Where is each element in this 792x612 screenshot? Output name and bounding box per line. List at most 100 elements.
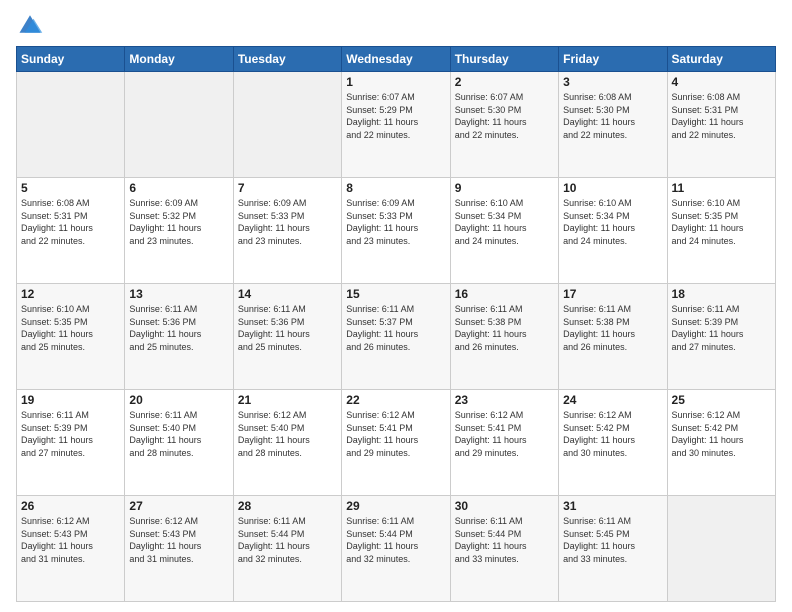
day-info: Sunrise: 6:07 AM Sunset: 5:30 PM Dayligh… bbox=[455, 91, 554, 141]
day-cell: 9 Sunrise: 6:10 AM Sunset: 5:34 PM Dayli… bbox=[450, 178, 558, 284]
day-info: Sunrise: 6:10 AM Sunset: 5:34 PM Dayligh… bbox=[563, 197, 662, 247]
day-cell: 28 Sunrise: 6:11 AM Sunset: 5:44 PM Dayl… bbox=[233, 496, 341, 602]
day-info: Sunrise: 6:09 AM Sunset: 5:33 PM Dayligh… bbox=[238, 197, 337, 247]
day-info: Sunrise: 6:12 AM Sunset: 5:43 PM Dayligh… bbox=[21, 515, 120, 565]
day-number: 20 bbox=[129, 393, 228, 407]
day-number: 10 bbox=[563, 181, 662, 195]
logo bbox=[16, 10, 48, 38]
day-info: Sunrise: 6:11 AM Sunset: 5:37 PM Dayligh… bbox=[346, 303, 445, 353]
day-cell bbox=[125, 72, 233, 178]
day-cell: 23 Sunrise: 6:12 AM Sunset: 5:41 PM Dayl… bbox=[450, 390, 558, 496]
day-info: Sunrise: 6:08 AM Sunset: 5:30 PM Dayligh… bbox=[563, 91, 662, 141]
logo-icon bbox=[16, 10, 44, 38]
day-cell: 16 Sunrise: 6:11 AM Sunset: 5:38 PM Dayl… bbox=[450, 284, 558, 390]
day-info: Sunrise: 6:12 AM Sunset: 5:42 PM Dayligh… bbox=[563, 409, 662, 459]
day-info: Sunrise: 6:11 AM Sunset: 5:45 PM Dayligh… bbox=[563, 515, 662, 565]
day-info: Sunrise: 6:12 AM Sunset: 5:41 PM Dayligh… bbox=[455, 409, 554, 459]
day-cell: 8 Sunrise: 6:09 AM Sunset: 5:33 PM Dayli… bbox=[342, 178, 450, 284]
day-cell: 7 Sunrise: 6:09 AM Sunset: 5:33 PM Dayli… bbox=[233, 178, 341, 284]
header-row: SundayMondayTuesdayWednesdayThursdayFrid… bbox=[17, 47, 776, 72]
day-number: 26 bbox=[21, 499, 120, 513]
day-info: Sunrise: 6:07 AM Sunset: 5:29 PM Dayligh… bbox=[346, 91, 445, 141]
day-cell: 27 Sunrise: 6:12 AM Sunset: 5:43 PM Dayl… bbox=[125, 496, 233, 602]
calendar-body: 1 Sunrise: 6:07 AM Sunset: 5:29 PM Dayli… bbox=[17, 72, 776, 602]
day-number: 4 bbox=[672, 75, 771, 89]
day-cell: 29 Sunrise: 6:11 AM Sunset: 5:44 PM Dayl… bbox=[342, 496, 450, 602]
week-row-1: 5 Sunrise: 6:08 AM Sunset: 5:31 PM Dayli… bbox=[17, 178, 776, 284]
day-cell: 21 Sunrise: 6:12 AM Sunset: 5:40 PM Dayl… bbox=[233, 390, 341, 496]
header bbox=[16, 10, 776, 38]
day-info: Sunrise: 6:11 AM Sunset: 5:38 PM Dayligh… bbox=[563, 303, 662, 353]
day-cell bbox=[667, 496, 775, 602]
day-info: Sunrise: 6:10 AM Sunset: 5:35 PM Dayligh… bbox=[672, 197, 771, 247]
day-number: 27 bbox=[129, 499, 228, 513]
day-cell: 20 Sunrise: 6:11 AM Sunset: 5:40 PM Dayl… bbox=[125, 390, 233, 496]
day-number: 14 bbox=[238, 287, 337, 301]
day-cell: 5 Sunrise: 6:08 AM Sunset: 5:31 PM Dayli… bbox=[17, 178, 125, 284]
day-info: Sunrise: 6:11 AM Sunset: 5:36 PM Dayligh… bbox=[238, 303, 337, 353]
day-cell: 14 Sunrise: 6:11 AM Sunset: 5:36 PM Dayl… bbox=[233, 284, 341, 390]
day-cell: 17 Sunrise: 6:11 AM Sunset: 5:38 PM Dayl… bbox=[559, 284, 667, 390]
day-cell: 6 Sunrise: 6:09 AM Sunset: 5:32 PM Dayli… bbox=[125, 178, 233, 284]
day-number: 19 bbox=[21, 393, 120, 407]
day-cell: 22 Sunrise: 6:12 AM Sunset: 5:41 PM Dayl… bbox=[342, 390, 450, 496]
calendar-header: SundayMondayTuesdayWednesdayThursdayFrid… bbox=[17, 47, 776, 72]
day-number: 7 bbox=[238, 181, 337, 195]
day-cell: 12 Sunrise: 6:10 AM Sunset: 5:35 PM Dayl… bbox=[17, 284, 125, 390]
day-number: 11 bbox=[672, 181, 771, 195]
day-cell: 4 Sunrise: 6:08 AM Sunset: 5:31 PM Dayli… bbox=[667, 72, 775, 178]
day-number: 5 bbox=[21, 181, 120, 195]
day-info: Sunrise: 6:12 AM Sunset: 5:42 PM Dayligh… bbox=[672, 409, 771, 459]
day-header-thursday: Thursday bbox=[450, 47, 558, 72]
day-header-tuesday: Tuesday bbox=[233, 47, 341, 72]
day-cell: 3 Sunrise: 6:08 AM Sunset: 5:30 PM Dayli… bbox=[559, 72, 667, 178]
day-number: 29 bbox=[346, 499, 445, 513]
day-info: Sunrise: 6:08 AM Sunset: 5:31 PM Dayligh… bbox=[672, 91, 771, 141]
day-number: 12 bbox=[21, 287, 120, 301]
week-row-4: 26 Sunrise: 6:12 AM Sunset: 5:43 PM Dayl… bbox=[17, 496, 776, 602]
day-number: 16 bbox=[455, 287, 554, 301]
week-row-2: 12 Sunrise: 6:10 AM Sunset: 5:35 PM Dayl… bbox=[17, 284, 776, 390]
day-number: 2 bbox=[455, 75, 554, 89]
day-cell: 26 Sunrise: 6:12 AM Sunset: 5:43 PM Dayl… bbox=[17, 496, 125, 602]
day-cell: 19 Sunrise: 6:11 AM Sunset: 5:39 PM Dayl… bbox=[17, 390, 125, 496]
day-number: 22 bbox=[346, 393, 445, 407]
page: SundayMondayTuesdayWednesdayThursdayFrid… bbox=[0, 0, 792, 612]
day-cell: 15 Sunrise: 6:11 AM Sunset: 5:37 PM Dayl… bbox=[342, 284, 450, 390]
day-number: 6 bbox=[129, 181, 228, 195]
week-row-3: 19 Sunrise: 6:11 AM Sunset: 5:39 PM Dayl… bbox=[17, 390, 776, 496]
day-info: Sunrise: 6:09 AM Sunset: 5:33 PM Dayligh… bbox=[346, 197, 445, 247]
day-info: Sunrise: 6:12 AM Sunset: 5:40 PM Dayligh… bbox=[238, 409, 337, 459]
day-header-friday: Friday bbox=[559, 47, 667, 72]
day-info: Sunrise: 6:08 AM Sunset: 5:31 PM Dayligh… bbox=[21, 197, 120, 247]
day-number: 31 bbox=[563, 499, 662, 513]
day-info: Sunrise: 6:11 AM Sunset: 5:40 PM Dayligh… bbox=[129, 409, 228, 459]
calendar: SundayMondayTuesdayWednesdayThursdayFrid… bbox=[16, 46, 776, 602]
day-info: Sunrise: 6:11 AM Sunset: 5:39 PM Dayligh… bbox=[21, 409, 120, 459]
day-cell: 25 Sunrise: 6:12 AM Sunset: 5:42 PM Dayl… bbox=[667, 390, 775, 496]
day-info: Sunrise: 6:11 AM Sunset: 5:44 PM Dayligh… bbox=[238, 515, 337, 565]
day-header-monday: Monday bbox=[125, 47, 233, 72]
day-info: Sunrise: 6:12 AM Sunset: 5:43 PM Dayligh… bbox=[129, 515, 228, 565]
day-cell bbox=[17, 72, 125, 178]
day-number: 3 bbox=[563, 75, 662, 89]
day-cell: 2 Sunrise: 6:07 AM Sunset: 5:30 PM Dayli… bbox=[450, 72, 558, 178]
day-info: Sunrise: 6:11 AM Sunset: 5:38 PM Dayligh… bbox=[455, 303, 554, 353]
day-cell: 13 Sunrise: 6:11 AM Sunset: 5:36 PM Dayl… bbox=[125, 284, 233, 390]
day-number: 28 bbox=[238, 499, 337, 513]
day-number: 24 bbox=[563, 393, 662, 407]
day-cell: 31 Sunrise: 6:11 AM Sunset: 5:45 PM Dayl… bbox=[559, 496, 667, 602]
day-info: Sunrise: 6:11 AM Sunset: 5:44 PM Dayligh… bbox=[346, 515, 445, 565]
day-number: 25 bbox=[672, 393, 771, 407]
week-row-0: 1 Sunrise: 6:07 AM Sunset: 5:29 PM Dayli… bbox=[17, 72, 776, 178]
day-number: 17 bbox=[563, 287, 662, 301]
day-info: Sunrise: 6:12 AM Sunset: 5:41 PM Dayligh… bbox=[346, 409, 445, 459]
day-number: 9 bbox=[455, 181, 554, 195]
day-cell: 10 Sunrise: 6:10 AM Sunset: 5:34 PM Dayl… bbox=[559, 178, 667, 284]
day-number: 30 bbox=[455, 499, 554, 513]
day-cell: 24 Sunrise: 6:12 AM Sunset: 5:42 PM Dayl… bbox=[559, 390, 667, 496]
day-number: 13 bbox=[129, 287, 228, 301]
day-number: 8 bbox=[346, 181, 445, 195]
day-cell bbox=[233, 72, 341, 178]
day-cell: 30 Sunrise: 6:11 AM Sunset: 5:44 PM Dayl… bbox=[450, 496, 558, 602]
